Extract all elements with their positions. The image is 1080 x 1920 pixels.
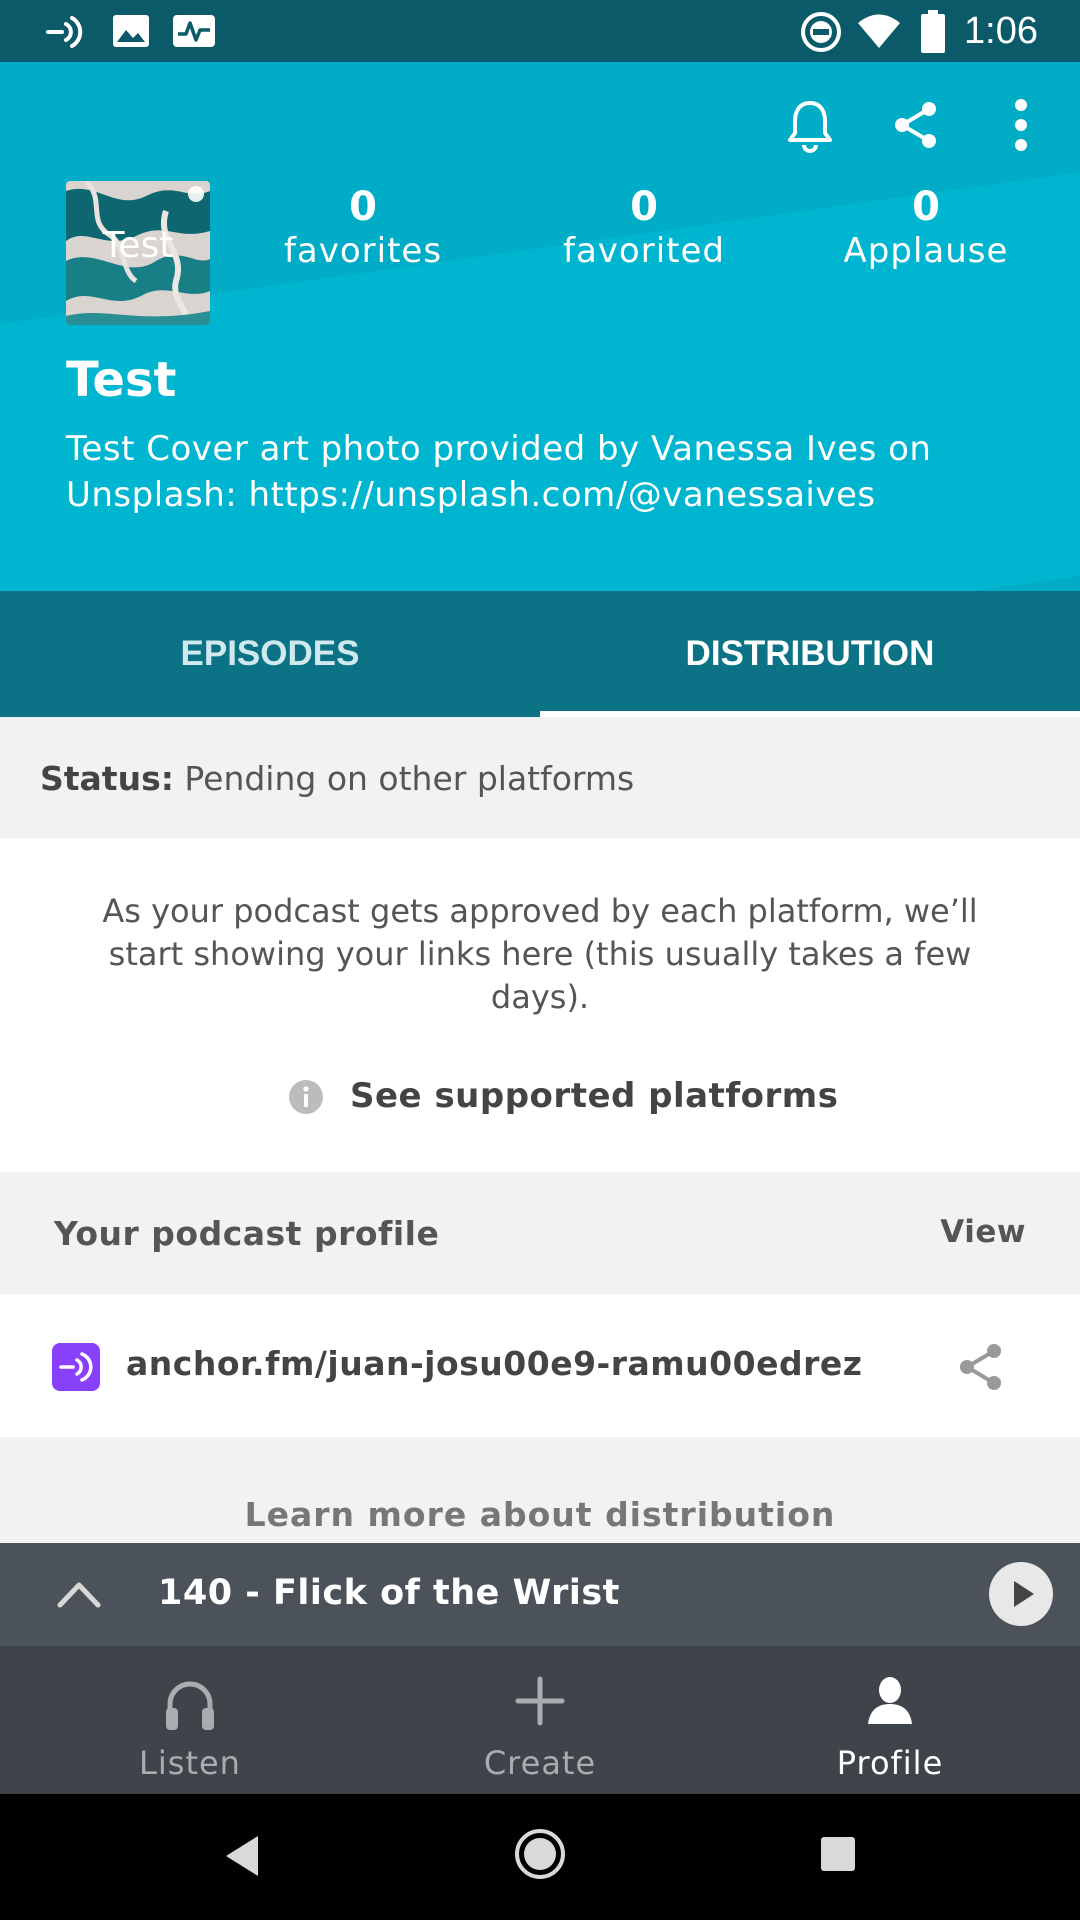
- podcast-cover-art: Test: [66, 181, 210, 325]
- status-value: Pending on other platforms: [184, 759, 635, 798]
- plus-icon: [515, 1676, 565, 1726]
- view-profile-button[interactable]: View: [940, 1214, 1026, 1250]
- tab-bar: EPISODES DISTRIBUTION: [0, 591, 1080, 717]
- stat-favorites-label: favorites: [283, 231, 443, 271]
- activity-notification-icon: [173, 15, 215, 47]
- cover-art-title: Test: [102, 225, 174, 266]
- bell-icon[interactable]: [785, 99, 835, 153]
- play-icon[interactable]: [988, 1561, 1054, 1627]
- tab-distribution[interactable]: DISTRIBUTION: [540, 591, 1080, 717]
- stat-favorites[interactable]: 0 favorites: [248, 184, 478, 272]
- stat-favorited-label: favorited: [563, 231, 725, 271]
- anchor-notification-icon: [46, 16, 83, 48]
- supported-platforms-link[interactable]: See supported platforms: [0, 1072, 1080, 1122]
- image-notification-icon: [113, 15, 149, 47]
- more-options-icon[interactable]: [1007, 98, 1035, 152]
- share-icon[interactable]: [893, 101, 939, 149]
- stat-applause[interactable]: 0 Applause: [811, 184, 1041, 272]
- nav-listen[interactable]: Listen: [10, 1646, 370, 1794]
- info-icon: [289, 1080, 323, 1114]
- stat-applause-value: 0: [912, 184, 940, 230]
- stat-favorites-value: 0: [349, 184, 377, 230]
- learn-more-link[interactable]: Learn more about distribution: [0, 1495, 1080, 1534]
- system-navigation-bar: [0, 1794, 1080, 1920]
- expand-player-icon[interactable]: [56, 1579, 102, 1609]
- nav-profile[interactable]: Profile: [710, 1646, 1070, 1794]
- nav-create[interactable]: Create: [360, 1646, 720, 1794]
- anchor-logo-icon: [52, 1343, 100, 1391]
- nav-profile-label: Profile: [836, 1744, 944, 1782]
- status-label: Status:: [40, 759, 174, 798]
- stat-favorited-value: 0: [630, 184, 658, 230]
- approval-notice: As your podcast gets approved by each pl…: [102, 892, 978, 1016]
- profile-url[interactable]: anchor.fm/juan-josu00e9-ramu00edrez: [126, 1344, 862, 1383]
- person-icon: [868, 1677, 912, 1724]
- stat-applause-label: Applause: [843, 231, 1009, 271]
- battery-icon: [921, 10, 945, 53]
- profile-link-row[interactable]: anchor.fm/juan-josu00e9-ramu00edrez: [0, 1294, 1080, 1437]
- podcast-description: Test Cover art photo provided by Vanessa…: [66, 429, 932, 515]
- recents-icon[interactable]: [820, 1836, 856, 1872]
- status-bar: 1:06: [0, 0, 1080, 62]
- do-not-disturb-icon: [801, 12, 841, 52]
- nav-listen-label: Listen: [139, 1744, 241, 1782]
- podcast-profile-header: Your podcast profile View: [0, 1172, 1080, 1294]
- nav-create-label: Create: [483, 1744, 597, 1782]
- stat-favorited[interactable]: 0 favorited: [529, 184, 759, 272]
- learn-more-section: Learn more about distribution: [0, 1437, 1080, 1543]
- back-icon[interactable]: [222, 1834, 262, 1878]
- headphones-icon: [166, 1681, 214, 1730]
- distribution-status: Status: Pending on other platforms: [0, 717, 1080, 838]
- podcast-profile-title: Your podcast profile: [54, 1214, 440, 1253]
- home-icon[interactable]: [514, 1828, 566, 1880]
- podcast-title: Test: [66, 352, 177, 408]
- supported-platforms-label: See supported platforms: [350, 1076, 839, 1116]
- bottom-navigation: Listen Create Profile: [0, 1646, 1080, 1794]
- clock: 1:06: [964, 10, 1038, 52]
- podcast-header: Test 0 favorites 0 favorited 0 Applause …: [0, 62, 1080, 591]
- wifi-icon: [858, 14, 900, 48]
- now-playing-title: 140 - Flick of the Wrist: [158, 1573, 620, 1613]
- status-text: Status: Pending on other platforms: [40, 759, 634, 798]
- tab-episodes[interactable]: EPISODES: [0, 591, 540, 717]
- mini-player[interactable]: 140 - Flick of the Wrist: [0, 1543, 1080, 1646]
- share-link-icon[interactable]: [958, 1342, 1004, 1392]
